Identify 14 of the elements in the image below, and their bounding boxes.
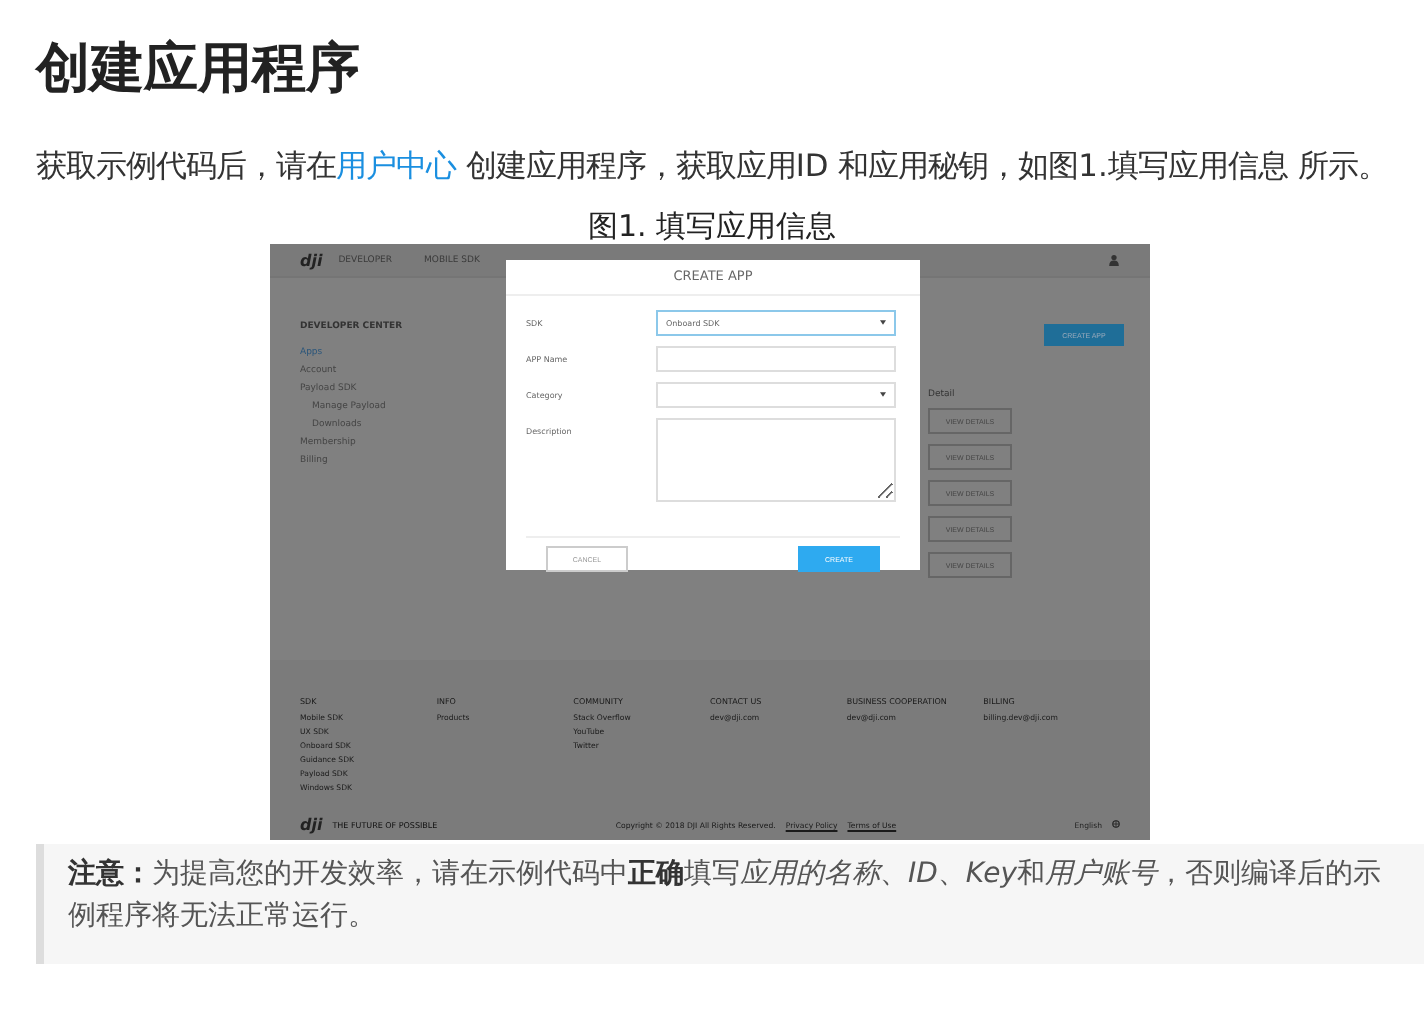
- text-area[interactable]: [656, 418, 896, 502]
- caret-icon: [880, 392, 886, 398]
- user-center-link[interactable]: 用户中心: [336, 148, 456, 184]
- intro-paragraph: 获取示例代码后，请在用户中心 创建应用程序，获取应用ID 和应用秘钥，如图1.填写应用信息 所示。: [36, 146, 1390, 188]
- select-field[interactable]: [656, 382, 896, 408]
- logo: dji: [300, 251, 323, 269]
- input-field[interactable]: [656, 346, 896, 372]
- page-title: 创建应用程序: [33, 36, 362, 104]
- note-text: 注意：为提高您的开发效率，请在示例代码中正确填写应用的名称、ID、Key和用户账号，否则编译后的示例程序将无法正常运行。: [68, 855, 1384, 936]
- globe-icon[interactable]: [1111, 820, 1120, 828]
- figure-caption: 图1. 填写应用信息: [585, 208, 839, 244]
- user-icon[interactable]: [1108, 254, 1120, 266]
- footer-logo: dji: [300, 815, 323, 833]
- caret-icon: [880, 320, 886, 326]
